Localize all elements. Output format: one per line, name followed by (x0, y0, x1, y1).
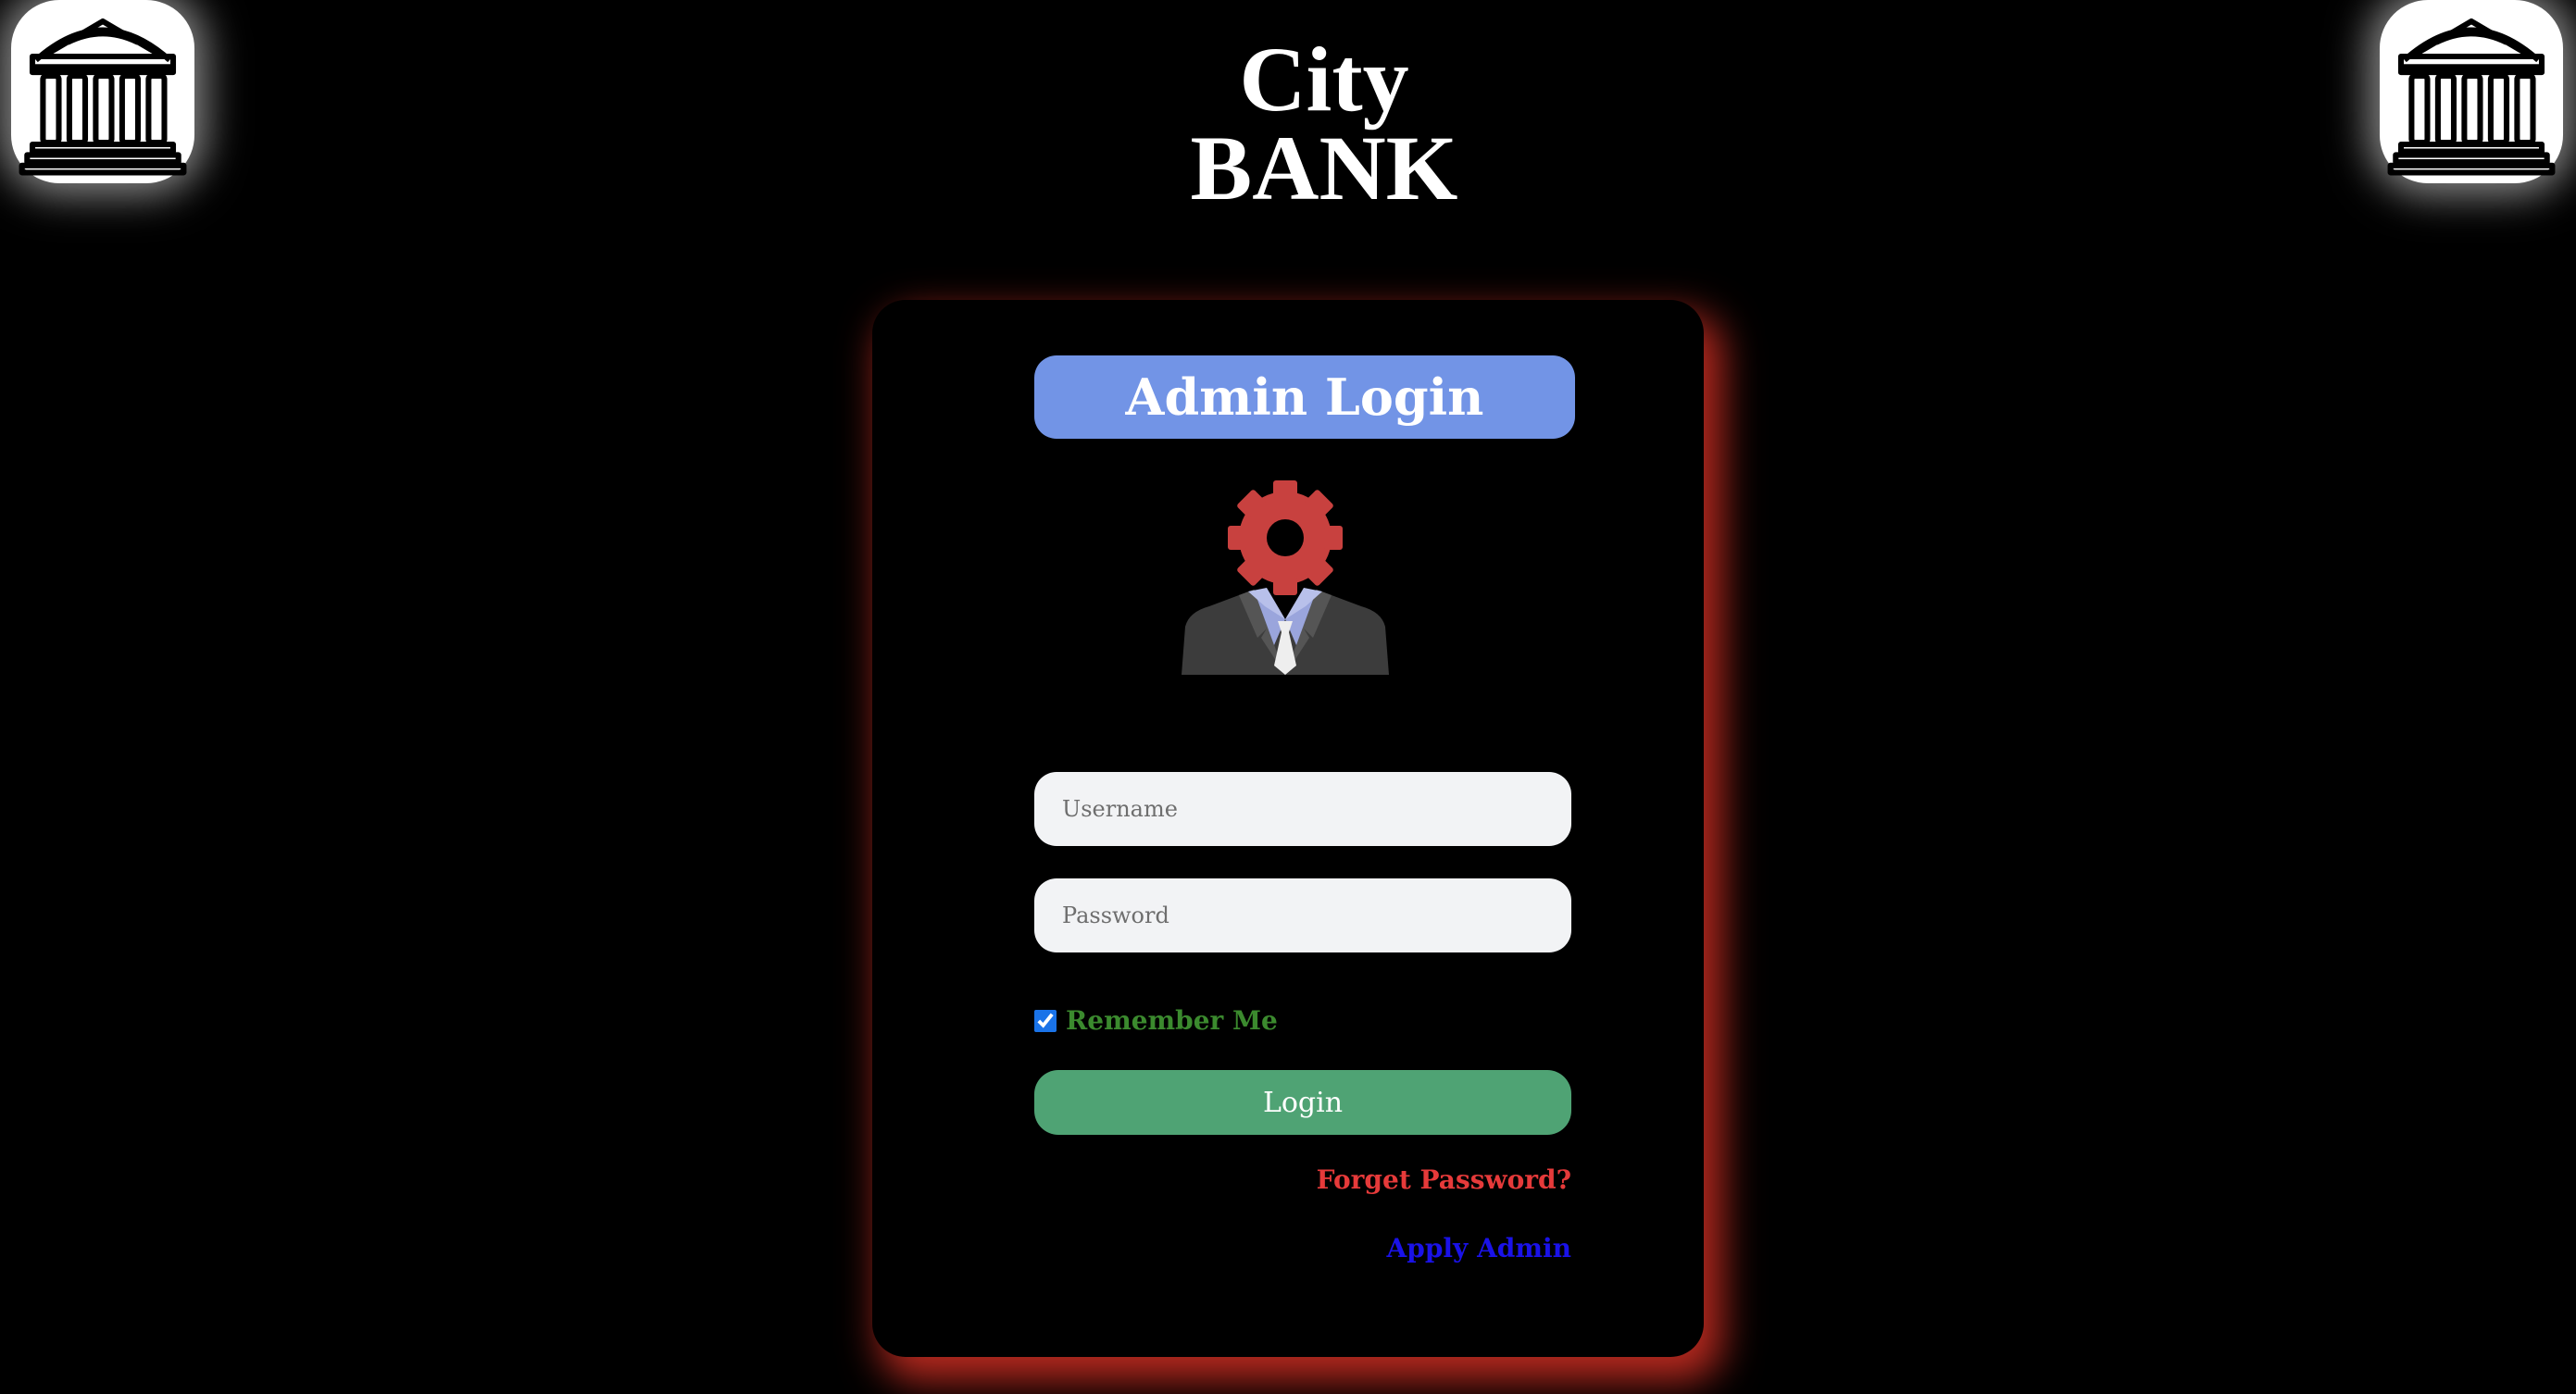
admin-gear-avatar-icon (1182, 480, 1389, 675)
bank-logo-left (11, 0, 194, 183)
remember-me-label[interactable]: Remember Me (1066, 1005, 1278, 1036)
bank-building-icon (2387, 18, 2556, 176)
login-button[interactable]: Login (1034, 1070, 1571, 1135)
login-card: Admin Login Remember Me Login (872, 300, 1704, 1357)
remember-me-checkbox[interactable] (1034, 1009, 1057, 1032)
bank-building-icon (19, 18, 187, 176)
login-card-title: Admin Login (1034, 355, 1575, 439)
brand-title-line2: BANK (1190, 117, 1458, 219)
brand-title-line1: City (1239, 28, 1409, 131)
brand-title: City BANK (1111, 28, 1537, 219)
apply-admin-link[interactable]: Apply Admin (1387, 1233, 1571, 1263)
username-input[interactable] (1034, 772, 1571, 846)
bank-logo-right (2380, 0, 2563, 183)
forget-password-link[interactable]: Forget Password? (1317, 1164, 1571, 1195)
remember-me-row: Remember Me (1034, 1005, 1278, 1036)
password-input[interactable] (1034, 878, 1571, 952)
